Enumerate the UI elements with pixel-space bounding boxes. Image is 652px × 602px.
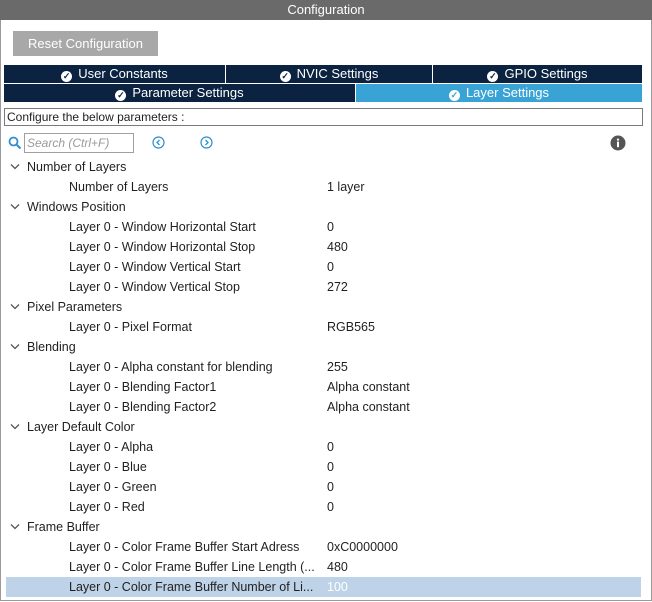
param-row[interactable]: Layer 0 - Blue 0 (6, 457, 641, 477)
chevron-down-icon[interactable] (10, 343, 20, 351)
param-row[interactable]: Layer 0 - Blending Factor2 Alpha constan… (6, 397, 641, 417)
group-label: Blending (27, 340, 76, 354)
param-value[interactable]: 0 (327, 457, 334, 477)
param-row[interactable]: Layer 0 - Window Vertical Start 0 (6, 257, 641, 277)
group-windows-position[interactable]: Windows Position (6, 197, 641, 217)
group-label: Windows Position (27, 200, 126, 214)
param-row[interactable]: Layer 0 - Window Horizontal Stop 480 (6, 237, 641, 257)
group-pixel-parameters[interactable]: Pixel Parameters (6, 297, 641, 317)
info-icon[interactable] (610, 135, 626, 151)
check-icon: ✓ (448, 90, 460, 101)
param-value[interactable]: RGB565 (327, 317, 375, 337)
search-input[interactable] (24, 133, 134, 153)
param-label: Layer 0 - Green (69, 480, 157, 494)
param-value[interactable]: 0 (327, 497, 334, 517)
param-label: Layer 0 - Window Horizontal Stop (69, 240, 256, 254)
param-label: Layer 0 - Alpha constant for blending (69, 360, 273, 374)
group-label: Pixel Parameters (27, 300, 123, 314)
chevron-down-icon[interactable] (10, 303, 20, 311)
param-value[interactable]: 100 (327, 577, 348, 597)
group-label: Frame Buffer (27, 520, 100, 534)
tab-label: GPIO Settings (504, 66, 588, 81)
next-icon[interactable] (200, 136, 213, 149)
check-icon: ✓ (279, 71, 291, 82)
check-icon: ✓ (61, 71, 73, 82)
tab-layer-settings[interactable]: ✓ Layer Settings (356, 84, 642, 102)
param-value[interactable]: 0 (327, 477, 334, 497)
check-icon: ✓ (487, 71, 499, 82)
window-title: Configuration (0, 0, 652, 20)
tab-nvic-settings[interactable]: ✓ NVIC Settings (226, 65, 433, 83)
param-label: Layer 0 - Alpha (69, 440, 154, 454)
param-value[interactable]: 1 layer (327, 177, 365, 197)
group-frame-buffer[interactable]: Frame Buffer (6, 517, 641, 537)
group-blending[interactable]: Blending (6, 337, 641, 357)
tab-user-constants[interactable]: ✓ User Constants (4, 65, 226, 83)
param-row[interactable]: Layer 0 - Pixel Format RGB565 (6, 317, 641, 337)
group-number-of-layers[interactable]: Number of Layers (6, 157, 641, 177)
tab-gpio-settings[interactable]: ✓ GPIO Settings (433, 65, 642, 83)
tab-label: User Constants (78, 66, 168, 81)
param-label: Layer 0 - Window Vertical Stop (69, 280, 240, 294)
param-row[interactable]: Number of Layers 1 layer (6, 177, 641, 197)
param-label: Layer 0 - Color Frame Buffer Start Adres… (69, 540, 300, 554)
param-row[interactable]: Layer 0 - Alpha 0 (6, 437, 641, 457)
param-row[interactable]: Layer 0 - Window Vertical Stop 272 (6, 277, 641, 297)
param-value[interactable]: Alpha constant (327, 397, 410, 417)
param-value[interactable]: 0 (327, 257, 334, 277)
tab-parameter-settings[interactable]: ✓ Parameter Settings (4, 84, 356, 102)
group-layer-default-color[interactable]: Layer Default Color (6, 417, 641, 437)
param-value[interactable]: 0 (327, 437, 334, 457)
param-value[interactable]: 480 (327, 237, 348, 257)
group-label: Layer Default Color (27, 420, 135, 434)
param-label: Layer 0 - Window Horizontal Start (69, 220, 256, 234)
previous-icon[interactable] (152, 136, 165, 149)
param-row[interactable]: Layer 0 - Alpha constant for blending 25… (6, 357, 641, 377)
param-label: Layer 0 - Pixel Format (69, 320, 192, 334)
tab-label: Parameter Settings (132, 85, 244, 100)
param-row[interactable]: Layer 0 - Red 0 (6, 497, 641, 517)
check-icon: ✓ (115, 90, 127, 101)
param-label: Layer 0 - Blue (69, 460, 147, 474)
param-value[interactable]: Alpha constant (327, 377, 410, 397)
tab-label: Layer Settings (465, 85, 550, 100)
chevron-down-icon[interactable] (10, 163, 20, 171)
reset-configuration-button[interactable]: Reset Configuration (13, 31, 158, 56)
param-value[interactable]: 0 (327, 217, 334, 237)
param-label: Layer 0 - Window Vertical Start (69, 260, 241, 274)
param-row-selected[interactable]: Layer 0 - Color Frame Buffer Number of L… (6, 577, 641, 597)
param-row[interactable]: Layer 0 - Green 0 (6, 477, 641, 497)
chevron-down-icon[interactable] (10, 423, 20, 431)
param-label: Number of Layers (69, 180, 169, 194)
tab-label: NVIC Settings (296, 66, 379, 81)
chevron-down-icon[interactable] (10, 203, 20, 211)
param-label: Layer 0 - Blending Factor2 (69, 400, 217, 414)
param-label: Layer 0 - Blending Factor1 (69, 380, 217, 394)
param-label: Layer 0 - Color Frame Buffer Line Length… (69, 560, 315, 574)
param-value[interactable]: 0xC0000000 (327, 537, 398, 557)
search-icon (8, 136, 22, 150)
param-row[interactable]: Layer 0 - Color Frame Buffer Start Adres… (6, 537, 641, 557)
configure-parameters-label: Configure the below parameters : (4, 108, 643, 126)
param-label: Layer 0 - Red (69, 500, 145, 514)
param-label: Layer 0 - Color Frame Buffer Number of L… (69, 580, 314, 594)
param-row[interactable]: Layer 0 - Window Horizontal Start 0 (6, 217, 641, 237)
param-row[interactable]: Layer 0 - Color Frame Buffer Line Length… (6, 557, 641, 577)
chevron-down-icon[interactable] (10, 523, 20, 531)
param-value[interactable]: 272 (327, 277, 348, 297)
group-label: Number of Layers (27, 160, 127, 174)
param-value[interactable]: 255 (327, 357, 348, 377)
param-row[interactable]: Layer 0 - Blending Factor1 Alpha constan… (6, 377, 641, 397)
param-value[interactable]: 480 (327, 557, 348, 577)
